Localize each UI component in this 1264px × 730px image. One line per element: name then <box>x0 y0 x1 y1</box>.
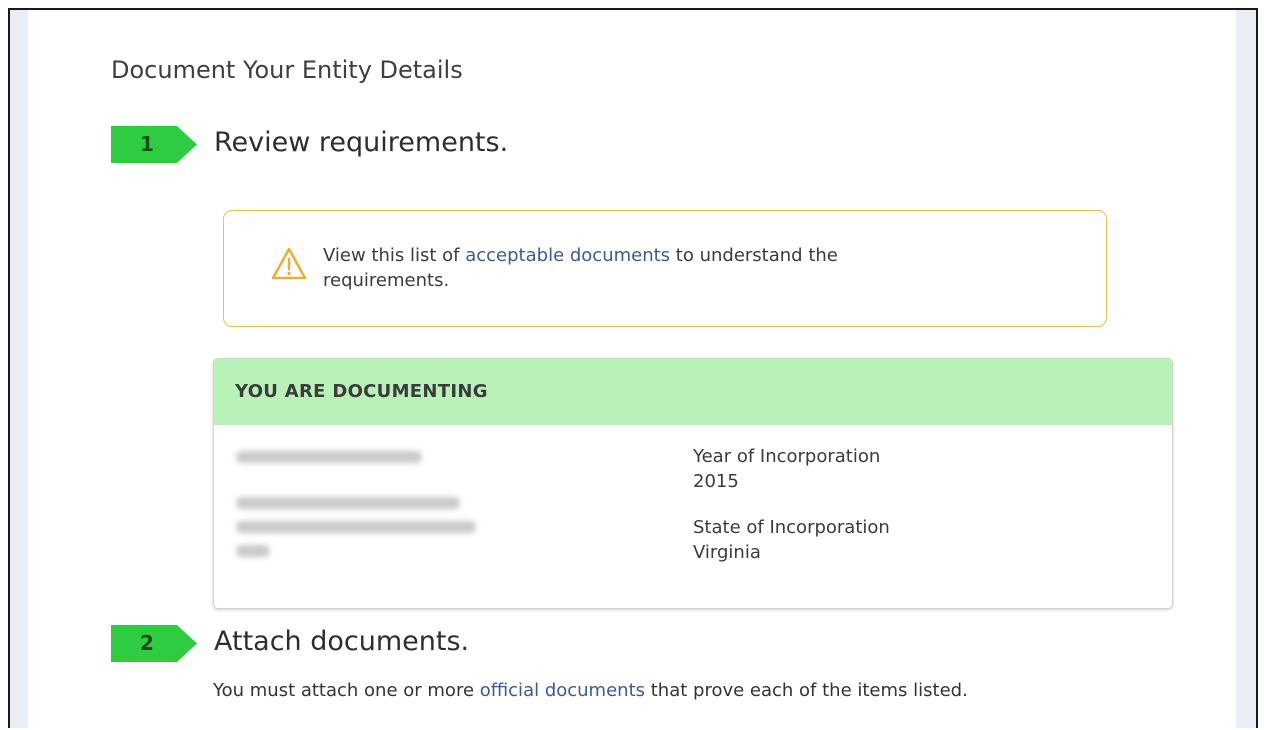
redacted-address-line-2 <box>236 521 476 533</box>
step-2-badge: 2 <box>111 625 197 662</box>
documenting-card-header: YOU ARE DOCUMENTING <box>214 359 1172 425</box>
attach-text-after: that prove each of the items listed. <box>645 680 968 701</box>
alert-text-before: View this list of <box>323 245 466 266</box>
redacted-address-line-1 <box>236 497 460 509</box>
page-title: Document Your Entity Details <box>111 56 463 84</box>
state-of-incorporation-value: Virginia <box>693 542 761 563</box>
attach-instructions: You must attach one or more official doc… <box>213 680 968 701</box>
year-of-incorporation-label: Year of Incorporation <box>693 446 881 467</box>
requirements-alert: View this list of acceptable documents t… <box>223 210 1107 327</box>
redacted-entity-name <box>236 451 422 463</box>
year-of-incorporation-value: 2015 <box>693 471 739 492</box>
step-1-number: 1 <box>140 132 154 156</box>
acceptable-documents-link[interactable]: acceptable documents <box>465 245 670 266</box>
redacted-country <box>236 545 270 557</box>
warning-triangle-icon <box>271 247 307 280</box>
documenting-card: YOU ARE DOCUMENTING Year of Incorporatio… <box>213 358 1173 609</box>
attach-text-before: You must attach one or more <box>213 680 480 701</box>
step-2-number: 2 <box>140 631 154 655</box>
state-of-incorporation-label: State of Incorporation <box>693 517 890 538</box>
step-1-heading: Review requirements. <box>214 127 509 158</box>
step-1-badge: 1 <box>111 126 197 163</box>
step-2-heading: Attach documents. <box>214 626 470 657</box>
alert-message: View this list of acceptable documents t… <box>323 243 843 293</box>
official-documents-link[interactable]: official documents <box>480 680 645 701</box>
